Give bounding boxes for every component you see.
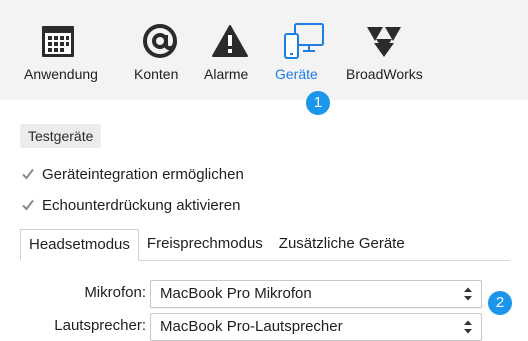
preferences-toolbar: Anwendung Konten Alarme Geräte BroadWork… [0,0,528,115]
checkbox-label: Echounterdrückung aktivieren [42,196,241,214]
speaker-value: MacBook Pro-Lautsprecher [160,318,343,335]
tab-freisprechmodus[interactable]: Freisprechmodus [139,229,271,259]
select-arrows-icon [464,287,472,301]
mode-tabs: Headsetmodus Freisprechmodus Zusätzliche… [20,229,510,261]
tab-headsetmodus[interactable]: Headsetmodus [20,229,139,261]
warning-icon [206,18,254,64]
toolbar-item-anwendung[interactable]: Anwendung [14,0,102,100]
checkmark-icon [20,197,36,213]
at-icon [134,18,186,64]
toolbar-item-konten[interactable]: Konten [130,0,190,100]
callout-badge-2: 2 [488,291,512,315]
callout-badge-1: 1 [306,91,330,115]
microphone-select[interactable]: MacBook Pro Mikrofon [150,280,482,308]
toolbar-label: Geräte [275,66,318,82]
checkbox-device-integration[interactable]: Geräteintegration ermöglichen [20,163,244,185]
toolbar-label: Anwendung [24,66,98,82]
speaker-row: Lautsprecher: MacBook Pro-Lautsprecher [0,313,528,341]
checkbox-label: Geräteintegration ermöglichen [42,165,244,183]
checkmark-icon [20,166,36,182]
toolbar-label: Alarme [204,66,249,82]
select-arrows-icon [464,320,472,334]
toolbar-label: BroadWorks [346,66,423,82]
microphone-row: Mikrofon: MacBook Pro Mikrofon [0,280,528,308]
tab-zusaetzliche-geraete[interactable]: Zusätzliche Geräte [271,229,413,259]
checkbox-echo-cancellation[interactable]: Echounterdrückung aktivieren [20,194,240,216]
toolbar-label: Konten [134,66,179,82]
toolbar-item-broadworks[interactable]: BroadWorks [344,0,428,100]
speaker-label: Lautsprecher: [54,317,146,334]
section-title: Testgeräte [20,124,102,148]
toolbar-item-geraete[interactable]: Geräte [272,0,332,100]
speaker-select[interactable]: MacBook Pro-Lautsprecher [150,313,482,341]
microphone-value: MacBook Pro Mikrofon [160,285,312,302]
microphone-label: Mikrofon: [84,284,146,301]
broadworks-logo-icon [358,18,410,64]
toolbar-item-alarme[interactable]: Alarme [198,0,262,100]
calendar-icon [36,18,80,64]
devices-icon [280,18,328,64]
